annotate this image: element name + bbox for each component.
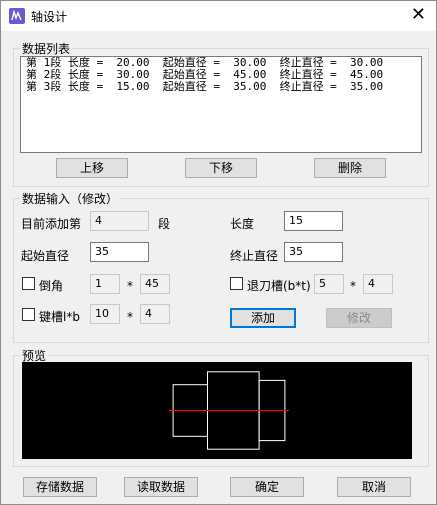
shaft-design-dialog: 轴设计 ✕ 数据列表 第 1段 长度 = 20.00 起始直径 = 30.00 … [0, 0, 437, 505]
start-diameter-label: 起始直径 [21, 249, 70, 263]
save-data-button[interactable]: 存储数据 [23, 477, 97, 497]
relief-t-field: 4 [363, 274, 393, 294]
chamfer-size-field: 1 [90, 274, 120, 294]
keyway-checkbox[interactable] [22, 308, 35, 321]
times-sign: * [127, 279, 133, 293]
data-input-legend: 数据输入（修改） [22, 192, 119, 206]
window-title: 轴设计 [31, 10, 68, 24]
data-list-legend: 数据列表 [22, 42, 71, 56]
chamfer-label: 倒角 [39, 279, 64, 293]
segment-listbox[interactable]: 第 1段 长度 = 20.00 起始直径 = 30.00 终止直径 = 30.0… [20, 56, 422, 153]
relief-groove-checkbox[interactable] [230, 277, 243, 290]
shaft-preview [169, 371, 289, 450]
app-icon [9, 8, 25, 24]
close-icon[interactable]: ✕ [411, 4, 426, 26]
cancel-button[interactable]: 取消 [337, 477, 411, 497]
keyway-label: 键槽l*b [39, 310, 80, 324]
delete-button[interactable]: 删除 [314, 158, 386, 178]
add-button[interactable]: 添加 [230, 308, 296, 328]
preview-canvas [22, 362, 412, 459]
modify-button: 修改 [326, 308, 392, 328]
current-segment-field: 4 [90, 211, 149, 231]
ok-button[interactable]: 确定 [230, 477, 304, 497]
end-diameter-label: 终止直径 [230, 249, 279, 263]
chamfer-angle-field: 45 [140, 274, 170, 294]
times-sign: * [127, 310, 133, 324]
current-add-label: 目前添加第 [21, 217, 82, 231]
relief-groove-label: 退刀槽(b*t) [247, 279, 311, 293]
load-data-button[interactable]: 读取数据 [124, 477, 198, 497]
end-diameter-input[interactable]: 35 [284, 242, 343, 262]
move-down-button[interactable]: 下移 [185, 158, 257, 178]
times-sign: * [350, 279, 356, 293]
title-bar: 轴设计 ✕ [1, 1, 436, 31]
list-item[interactable]: 第 3段 长度 = 15.00 起始直径 = 35.00 终止直径 = 35.0… [21, 81, 421, 93]
segment-suffix-label: 段 [158, 217, 171, 231]
keyway-l-field: 10 [90, 304, 120, 324]
keyway-b-field: 4 [140, 304, 170, 324]
length-input[interactable]: 15 [284, 211, 343, 231]
relief-b-field: 5 [314, 274, 344, 294]
chamfer-checkbox[interactable] [22, 277, 35, 290]
move-up-button[interactable]: 上移 [56, 158, 128, 178]
length-label: 长度 [230, 217, 255, 231]
start-diameter-input[interactable]: 35 [90, 242, 149, 262]
